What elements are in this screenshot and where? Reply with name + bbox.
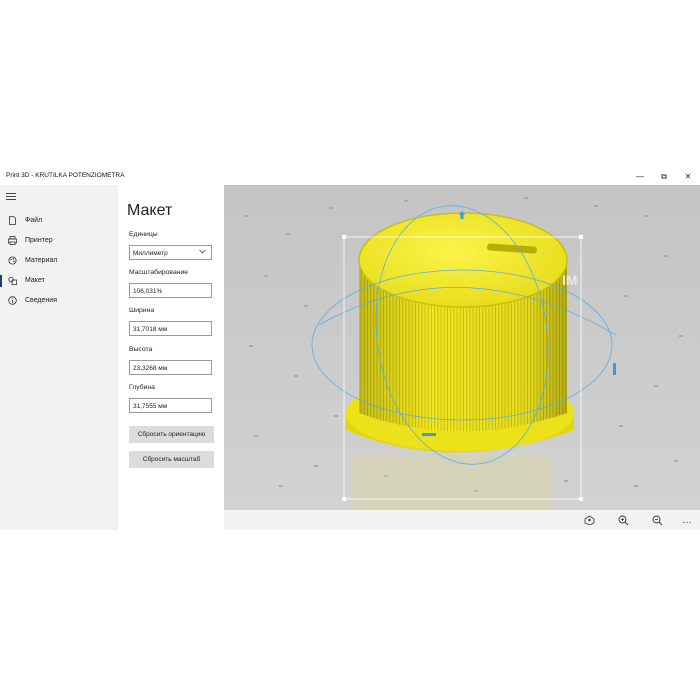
nav-item-printer[interactable]: Принтер	[0, 232, 118, 250]
reset-scale-button[interactable]: Сбросить масштаб	[129, 451, 214, 468]
zoom-out-icon	[652, 515, 662, 525]
nav-item-file[interactable]: Файл	[0, 212, 118, 230]
zoom-out-button[interactable]	[649, 513, 665, 527]
view-3d-button[interactable]	[581, 513, 597, 527]
width-label: Ширина	[129, 307, 155, 314]
zoom-in-icon	[618, 515, 628, 525]
layout-panel: Макет Единицы Миллиметр Масштабирование …	[118, 185, 224, 530]
units-select[interactable]: Миллиметр	[129, 245, 212, 260]
chevron-down-icon	[199, 249, 206, 254]
3d-viewport[interactable]: IM	[224, 185, 700, 510]
title-bar: Print 3D - KRUTILKA POTENZIOMETRA — ⧉ ✕	[0, 168, 700, 185]
printer-icon	[8, 236, 17, 245]
nav-item-label: Файл	[25, 217, 43, 224]
navigation-pane: Файл Принтер Материал Макет Сведения	[0, 185, 118, 530]
nav-item-label: Материал	[25, 257, 58, 264]
app-window: Print 3D - KRUTILKA POTENZIOMETRA — ⧉ ✕ …	[0, 168, 700, 530]
nav-item-layout[interactable]: Макет	[0, 272, 118, 290]
height-label: Высота	[129, 346, 153, 353]
view-3d-icon	[584, 515, 594, 525]
minimize-button[interactable]: —	[632, 170, 648, 183]
nav-item-material[interactable]: Материал	[0, 252, 118, 270]
scale-label: Масштабирование	[129, 269, 189, 276]
more-button[interactable]: …	[679, 513, 695, 527]
nav-item-label: Принтер	[25, 237, 53, 244]
width-input[interactable]: 31,7018 мм	[129, 321, 212, 336]
scale-input[interactable]: 106,031%	[129, 283, 212, 298]
more-icon: …	[682, 514, 692, 526]
depth-label: Глубина	[129, 384, 155, 391]
nav-item-label: Сведения	[25, 297, 57, 304]
minimize-icon: —	[636, 172, 644, 181]
units-label: Единицы	[129, 231, 158, 238]
close-button[interactable]: ✕	[680, 170, 696, 183]
view-toolbar: …	[224, 510, 700, 530]
close-icon: ✕	[684, 172, 692, 181]
depth-input[interactable]: 31,7555 мм	[129, 398, 212, 413]
reset-orientation-button[interactable]: Сбросить ориентацию	[129, 426, 214, 443]
material-icon	[8, 256, 17, 265]
restore-icon: ⧉	[661, 171, 667, 181]
nav-item-info[interactable]: Сведения	[0, 292, 118, 310]
panel-title: Макет	[127, 202, 173, 219]
units-value: Миллиметр	[133, 250, 168, 257]
zoom-in-button[interactable]	[615, 513, 631, 527]
restore-button[interactable]: ⧉	[656, 170, 672, 183]
nav-item-label: Макет	[25, 277, 45, 284]
height-input[interactable]: 23,3268 мм	[129, 360, 212, 375]
window-title: Print 3D - KRUTILKA POTENZIOMETRA	[6, 172, 125, 179]
hamburger-menu-icon[interactable]	[6, 193, 16, 201]
svg-text:IM: IM	[562, 272, 578, 288]
model-scene: IM	[224, 185, 700, 510]
file-icon	[9, 216, 16, 225]
info-icon	[8, 296, 17, 305]
layout-icon	[8, 276, 17, 285]
